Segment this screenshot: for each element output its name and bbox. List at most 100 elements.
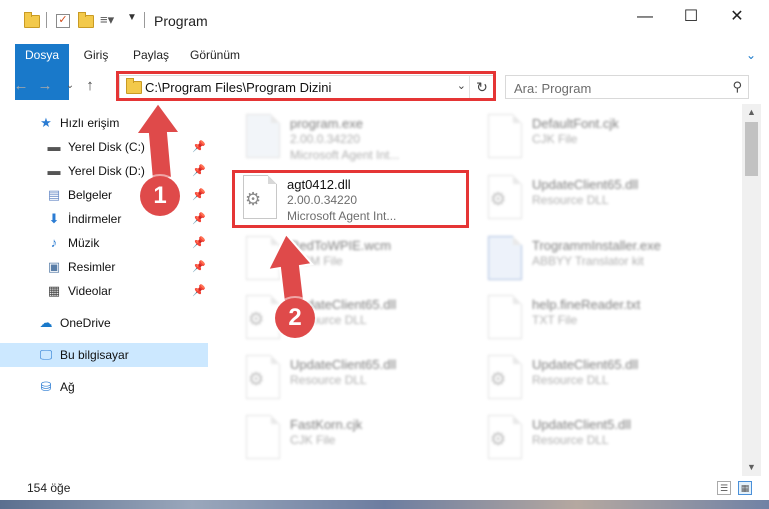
large-icons-view-icon[interactable]: ▦ (738, 481, 752, 495)
sidebar-item-this-pc[interactable]: 🖵 Bu bilgisayar (0, 343, 208, 367)
sidebar-item-label: OneDrive (60, 316, 111, 330)
file-name: UpdateClient65.dll (532, 357, 639, 372)
drive-icon: ▬ (47, 163, 61, 178)
properties-icon[interactable]: ✓ (54, 12, 70, 28)
pin-icon[interactable]: 📌 (192, 236, 206, 249)
dll-file-icon: ⚙ (484, 175, 524, 221)
chevron-down-icon[interactable]: ▼ (127, 12, 143, 28)
music-icon: ♪ (50, 235, 58, 250)
dll-file-icon: ⚙ (484, 415, 524, 461)
scroll-thumb[interactable] (745, 122, 758, 176)
pin-icon[interactable]: 📌 (192, 140, 206, 153)
pin-icon[interactable]: 📌 (192, 284, 206, 297)
close-button[interactable]: ✕ (714, 0, 760, 34)
file-description: ABBYY Translator kit (532, 254, 644, 268)
sidebar-item-videos[interactable]: ▦ Videolar 📌 (0, 279, 208, 303)
file-item[interactable]: ⚙ UpdateClient65.dll Resource DLL (480, 351, 720, 407)
window-title: Program (154, 13, 208, 29)
file-item[interactable]: FastKorn.cjk CJK File (238, 411, 478, 467)
sidebar-item-network[interactable]: ⛁ Ağ (0, 375, 208, 399)
file-item[interactable]: ⚙ UpdateClient65.dll Resource DLL (238, 291, 478, 347)
file-type: Resource DLL (532, 433, 609, 447)
file-name: TrogrammInstaller.exe (532, 238, 661, 253)
vertical-scrollbar[interactable]: ▲ ▼ (742, 104, 761, 476)
maximize-button[interactable]: ☐ (668, 0, 714, 34)
item-count: 154 öğe (27, 481, 71, 495)
file-highlight (232, 170, 469, 228)
file-item[interactable]: RedToWPIE.wcm WCM File (238, 232, 478, 288)
network-icon: ⛁ (40, 379, 52, 394)
download-icon: ⬇ (48, 211, 60, 226)
pin-icon[interactable]: 📌 (192, 188, 206, 201)
file-type: TXT File (532, 313, 578, 327)
file-list: program.exe 2.00.0.34220 Microsoft Agent… (210, 108, 742, 473)
file-description: Microsoft Agent Int... (290, 148, 400, 162)
file-item[interactable]: ⚙ UpdateClient65.dll Resource DLL (480, 171, 720, 227)
pin-icon[interactable]: 📌 (192, 212, 206, 225)
exe-file-icon (242, 114, 282, 160)
search-input[interactable] (512, 79, 716, 97)
desktop-background (0, 500, 769, 509)
scroll-up-icon[interactable]: ▲ (742, 104, 761, 121)
document-icon (242, 236, 282, 282)
file-name: UpdateClient65.dll (290, 357, 397, 372)
customize-toolbar-icon[interactable]: ≡▾ (100, 12, 116, 28)
step-marker-2: 2 (275, 298, 315, 338)
computer-icon: 🖵 (39, 347, 53, 362)
back-button[interactable]: ← (11, 76, 31, 96)
divider (144, 12, 145, 28)
dll-file-icon: ⚙ (484, 355, 524, 401)
pin-icon[interactable]: 📌 (192, 164, 206, 177)
sidebar-item-label: Videolar (68, 284, 112, 298)
expand-ribbon-icon[interactable]: ⌄ (743, 47, 759, 63)
file-item[interactable]: DefaultFont.cjk CJK File (480, 110, 720, 166)
scroll-down-icon[interactable]: ▼ (742, 459, 761, 476)
search-icon[interactable]: ⚲ (732, 79, 742, 95)
sidebar-item-label: Ağ (60, 380, 75, 394)
file-item[interactable]: ⚙ UpdateClient5.dll Resource DLL (480, 411, 720, 467)
divider (46, 12, 47, 28)
tab-home[interactable]: Giriş (78, 44, 114, 66)
sidebar-item-pictures[interactable]: ▣ Resimler 📌 (0, 255, 208, 279)
sidebar-item-onedrive[interactable]: ☁ OneDrive (0, 311, 208, 335)
sidebar-item-label: Belgeler (68, 188, 113, 202)
sidebar-item-drive-d[interactable]: ▬ Yerel Disk (D:) 📌 (0, 159, 208, 183)
recent-locations-chevron-icon[interactable]: ⌄ (60, 76, 80, 96)
navigation-pane: ★ Hızlı erişim ▬ Yerel Disk (C:) 📌 ▬ Yer… (0, 108, 210, 473)
file-type: CJK File (532, 132, 578, 146)
minimize-button[interactable]: — (622, 0, 668, 34)
search-box[interactable]: ⚲ (505, 75, 749, 99)
details-view-icon[interactable]: ☰ (717, 481, 731, 495)
sidebar-item-drive-c[interactable]: ▬ Yerel Disk (C:) 📌 (0, 135, 208, 159)
file-name: UpdateClient65.dll (532, 177, 639, 192)
file-name: help.fineReader.txt (532, 297, 641, 312)
sidebar-item-label: Resimler (68, 260, 116, 274)
video-icon: ▦ (47, 283, 61, 298)
sidebar-item-downloads[interactable]: ⬇ İndirmeler 📌 (0, 207, 208, 231)
sidebar-item-label: İndirmeler (68, 212, 122, 226)
file-item[interactable]: help.fineReader.txt TXT File (480, 291, 720, 347)
up-button[interactable]: ↑ (80, 76, 100, 96)
tab-share[interactable]: Paylaş (129, 44, 173, 66)
documents-icon: ▤ (47, 187, 61, 202)
text-file-icon (484, 295, 524, 341)
file-type: Resource DLL (532, 193, 609, 207)
sidebar-item-music[interactable]: ♪ Müzik 📌 (0, 231, 208, 255)
sidebar-item-label: Yerel Disk (D:) (68, 164, 145, 178)
document-icon (242, 415, 282, 461)
file-name: DefaultFont.cjk (532, 116, 619, 131)
title-bar: ✓ ≡▾ ▼ Program — ☐ ✕ (0, 0, 769, 40)
dll-file-icon: ⚙ (242, 355, 282, 401)
folder-icon (24, 12, 40, 28)
forward-button[interactable]: → (35, 76, 55, 96)
sidebar-item-label: Bu bilgisayar (60, 348, 129, 362)
new-folder-icon[interactable] (78, 12, 94, 28)
pin-icon[interactable]: 📌 (192, 260, 206, 273)
file-type: WCM File (290, 254, 343, 268)
sidebar-item-quick-access[interactable]: ★ Hızlı erişim (0, 111, 208, 135)
file-name: RedToWPIE.wcm (290, 238, 392, 253)
tab-view[interactable]: Görünüm (186, 44, 244, 66)
file-item[interactable]: TrogrammInstaller.exe ABBYY Translator k… (480, 232, 720, 288)
file-item[interactable]: program.exe 2.00.0.34220 Microsoft Agent… (238, 110, 478, 166)
file-item[interactable]: ⚙ UpdateClient65.dll Resource DLL (238, 351, 478, 407)
